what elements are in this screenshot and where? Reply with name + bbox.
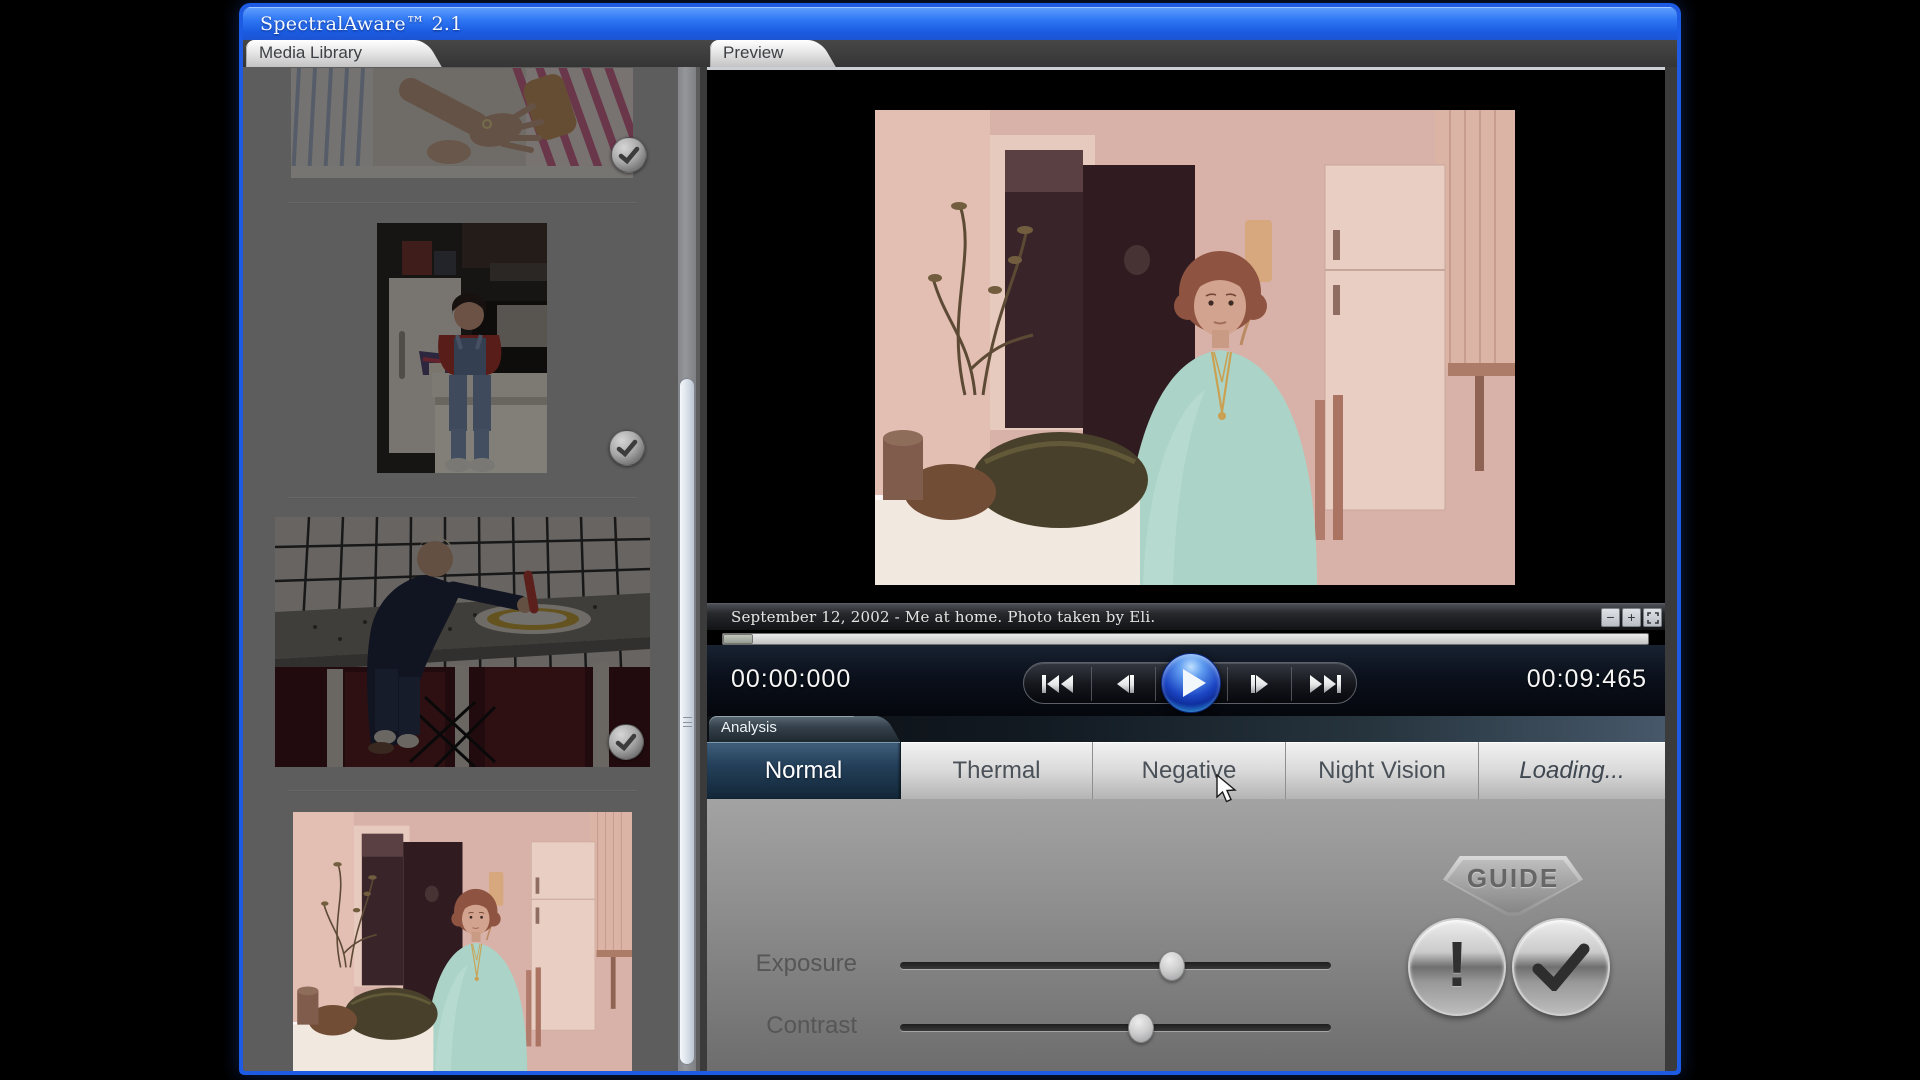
scrollbar-thumb[interactable] [679,378,695,1065]
play-icon [1181,668,1207,698]
title-bar[interactable]: SpectralAware™ 2.1 [243,7,1677,40]
scrollbar-grip-icon [683,717,692,727]
media-library-panel [243,67,700,1071]
preview-panel: September 12, 2002 - Me at home. Photo t… [707,67,1665,716]
preview-photo[interactable] [875,110,1515,585]
exposure-label: Exposure [707,950,857,978]
fullscreen-button[interactable] [1643,608,1662,627]
skip-to-start-icon [1041,673,1075,695]
photo-caption: September 12, 2002 - Me at home. Photo t… [731,608,1155,626]
app-title: SpectralAware™ 2.1 [260,13,463,35]
checkmark-badge[interactable] [608,724,644,760]
contrast-label: Contrast [707,1012,857,1040]
thumbnail-hands-on-bed[interactable] [291,68,633,178]
zoom-out-button[interactable]: − [1601,608,1620,627]
elapsed-time: 00:00:000 [731,665,851,694]
exposure-thumb[interactable] [1159,951,1185,981]
step-back-icon [1113,673,1137,695]
tab-analysis[interactable]: Analysis [709,716,899,742]
checkmark-icon [1532,943,1590,991]
guide-button-face: GUIDE [1447,860,1579,914]
confirm-button[interactable] [1512,918,1610,1016]
total-time: 00:09:465 [1527,665,1647,694]
step-forward-button[interactable] [1226,663,1293,705]
tab-preview[interactable]: Preview [710,40,832,67]
mode-button-thermal[interactable]: Thermal [901,742,1093,799]
transport-controls [1023,662,1357,704]
caption-bar: September 12, 2002 - Me at home. Photo t… [707,603,1665,630]
thumbnail-toddler-at-sink[interactable] [275,517,650,767]
thumbnail-divider [288,202,637,204]
analysis-tab-label: Analysis [721,719,777,736]
skip-to-start-button[interactable] [1024,663,1091,705]
contrast-track[interactable] [900,1024,1331,1031]
step-back-button[interactable] [1091,663,1158,705]
guide-button[interactable]: GUIDE [1443,856,1583,918]
fullscreen-icon [1647,612,1659,624]
tab-media-library[interactable]: Media Library [246,40,438,67]
app-window: SpectralAware™ 2.1 Media Library Preview [243,7,1677,1071]
guide-label: GUIDE [1467,863,1559,914]
media-library-tab-label: Media Library [259,43,362,63]
transport-bar: 00:00:000 00:09:465 [707,645,1665,716]
checkmark-badge[interactable] [609,430,645,466]
play-button[interactable] [1161,653,1221,713]
tab-strip [243,40,1677,67]
thumbnail-boy-on-counter[interactable] [377,223,547,473]
contrast-slider: Contrast [707,1011,1367,1043]
analysis-section: Analysis Normal Thermal Negative Night V… [707,716,1665,1071]
skip-to-end-button[interactable] [1291,663,1358,705]
analysis-mode-row: Normal Thermal Negative Night Vision Loa… [707,742,1665,799]
seek-thumb[interactable] [723,634,753,644]
seek-bar[interactable] [722,633,1649,645]
mode-button-negative[interactable]: Negative [1093,742,1286,799]
exposure-slider: Exposure [707,949,1367,981]
zoom-in-button[interactable]: + [1622,608,1641,627]
analysis-controls-panel: Exposure Contrast Noise GUIDE [707,799,1665,1071]
alert-button[interactable]: ! [1408,918,1506,1016]
thumbnail-divider [288,790,637,792]
mode-button-night-vision[interactable]: Night Vision [1286,742,1479,799]
contrast-thumb[interactable] [1128,1013,1154,1043]
media-library-scrollbar[interactable] [678,67,696,1071]
skip-to-end-icon [1308,673,1342,695]
thumbnail-divider [288,497,637,499]
checkmark-badge[interactable] [611,137,647,173]
exclamation-icon: ! [1446,932,1467,1002]
preview-tab-label: Preview [723,43,783,63]
step-forward-icon [1248,673,1272,695]
mode-button-normal[interactable]: Normal [707,742,901,799]
thumbnail-woman-in-kitchen[interactable] [293,812,632,1071]
exposure-track[interactable] [900,962,1331,969]
mode-button-loading: Loading... [1479,742,1665,799]
